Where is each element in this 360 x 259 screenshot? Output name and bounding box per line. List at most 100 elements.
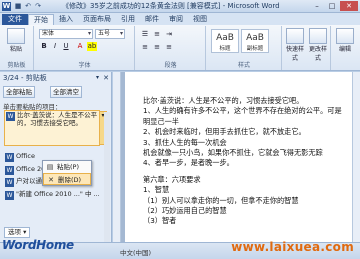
tab-review[interactable]: 审阅: [164, 14, 188, 25]
doc-line: （2）巧妙运用自己的智慧: [143, 206, 227, 216]
doc-line: （1）别人可以拿走你的一切，但拿不走你的智慧: [143, 195, 299, 205]
pane-options-button[interactable]: 选项 ▾: [4, 227, 31, 238]
change-styles-button[interactable]: 更改样式: [307, 28, 329, 62]
paste-icon: ▤: [46, 163, 54, 171]
numbering-icon[interactable]: ≡: [152, 30, 162, 39]
underline-button[interactable]: U: [61, 42, 71, 51]
maximize-button[interactable]: □: [325, 1, 339, 11]
language-indicator[interactable]: 中文(中国): [120, 247, 151, 257]
style-subtitle[interactable]: AaB 副标题: [241, 29, 269, 53]
paste-button[interactable]: 粘贴: [4, 28, 28, 53]
style-title[interactable]: AaB 标题: [211, 29, 239, 53]
ribbon: 粘贴 剪贴板 宋体 五号 B I U A ab 字体 ☰ ≡ ⇥ ≡ ≡ ≡ 段…: [0, 25, 360, 71]
pane-options-icon[interactable]: ▾: [96, 72, 99, 84]
ribbon-tabs: 文件 开始 插入 页面布局 引用 邮件 审阅 视图: [0, 13, 360, 25]
word-doc-icon: W: [5, 153, 14, 162]
minimize-button[interactable]: –: [310, 1, 324, 11]
style-sample: AaB: [216, 33, 234, 43]
style-name: 标题: [219, 46, 231, 52]
pane-scrollbar[interactable]: [104, 112, 110, 259]
title-bar: W ■ ↶ ↷ 《修改》35岁之前成功的12条黄金法则 [兼容模式] - Mic…: [0, 0, 360, 13]
quick-access-toolbar: ■ ↶ ↷: [14, 2, 42, 10]
tab-page-layout[interactable]: 页面布局: [78, 14, 116, 25]
paste-icon: [7, 28, 25, 44]
editing-group: 编辑: [332, 26, 360, 70]
clipboard-group-label[interactable]: 剪贴板: [0, 60, 33, 69]
clipboard-item-text: "新建 Office 2010 ..." 中 ...: [16, 190, 100, 198]
quick-styles-button[interactable]: 快速样式: [284, 28, 306, 62]
document-page[interactable]: 比尔·盖茨说：人生是不公平的，习惯去接受它吧。 1、人生的确有许多不公平，这个世…: [125, 72, 353, 242]
align-right-icon[interactable]: ≡: [164, 43, 174, 52]
site-watermark: www.laixuea.com: [231, 240, 354, 254]
indent-icon[interactable]: ⇥: [164, 30, 174, 39]
clear-all-button[interactable]: 全部清空: [50, 86, 82, 98]
edit-label: 编辑: [338, 46, 351, 53]
align-center-icon[interactable]: ≡: [152, 43, 162, 52]
clipboard-pane-header: 3/24 - 剪贴板 ▾ ✕: [0, 72, 112, 84]
redo-icon[interactable]: ↷: [34, 2, 42, 10]
paste-all-button[interactable]: 全部粘贴: [3, 86, 35, 98]
bullets-icon[interactable]: ☰: [140, 30, 150, 39]
bold-button[interactable]: B: [39, 42, 49, 51]
clipboard-item-text: Office: [16, 152, 35, 160]
document-area: 比尔·盖茨说：人生是不公平的，习惯去接受它吧。 1、人生的确有许多不公平，这个世…: [113, 72, 360, 242]
menu-item-delete[interactable]: ✕ 删除(D): [43, 173, 91, 185]
wordhome-logo: WordHome: [2, 238, 74, 252]
doc-line: 2、机会时来临时，但用手去抓住它，就不放走它。: [143, 127, 306, 137]
change-styles-label: 更改样式: [308, 46, 327, 62]
window-controls: – □ ✕: [310, 1, 358, 11]
window-title: 《修改》35岁之前成功的12条黄金法则 [兼容模式] - Microsoft W…: [62, 2, 280, 10]
clipboard-item-text: 比尔·盖茨说：人生是不公平的，习惯去接受它吧。: [17, 111, 98, 127]
undo-icon[interactable]: ↶: [24, 2, 32, 10]
styles-group-label: 样式: [237, 62, 250, 69]
paragraph-group-label: 段落: [164, 62, 177, 69]
close-button[interactable]: ✕: [340, 1, 358, 11]
menu-item-paste[interactable]: ▤ 粘贴(P): [43, 161, 91, 173]
paste-label: 粘贴: [9, 46, 22, 53]
clipboard-item[interactable]: W 比尔·盖茨说：人生是不公平的，习惯去接受它吧。 ▾: [4, 110, 107, 146]
doc-line: 4、者早一步，是者晚一步。: [143, 158, 234, 168]
styles-group: AaB 标题 AaB 副标题 样式: [207, 26, 282, 70]
clipboard-group: 粘贴 剪贴板: [0, 26, 34, 70]
doc-line: 3、抓住人生的每一次机会: [143, 137, 227, 147]
font-group-label: 字体: [78, 62, 91, 69]
style-name: 副标题: [246, 46, 264, 52]
tab-mailings[interactable]: 邮件: [140, 14, 164, 25]
menu-item-label: 粘贴(P): [57, 163, 79, 171]
delete-icon: ✕: [48, 176, 54, 184]
change-styles-icon: [309, 28, 327, 44]
tab-insert[interactable]: 插入: [54, 14, 78, 25]
doc-line: 明显己一半: [143, 116, 179, 126]
word-app-icon[interactable]: W: [2, 2, 11, 11]
font-group: 宋体 五号 B I U A ab 字体: [35, 26, 135, 70]
change-styles-group: 快速样式 更改样式: [283, 26, 331, 70]
font-color-button[interactable]: A: [75, 42, 85, 51]
clipboard-pane: 3/24 - 剪贴板 ▾ ✕ 全部粘贴 全部清空 单击要粘贴的项目： W 比尔·…: [0, 72, 112, 259]
document-scrollbar[interactable]: [352, 72, 360, 242]
italic-button[interactable]: I: [50, 42, 60, 51]
document-text[interactable]: 比尔·盖茨说：人生是不公平的，习惯去接受它吧。 1、人生的确有许多不公平，这个世…: [143, 96, 349, 227]
font-name-combo[interactable]: 宋体: [39, 29, 93, 39]
edit-button[interactable]: 编辑: [334, 28, 356, 53]
word-doc-icon: W: [6, 112, 15, 121]
quick-styles-label: 快速样式: [285, 46, 304, 62]
pane-close-icon[interactable]: ✕: [103, 72, 109, 84]
tab-home[interactable]: 开始: [28, 14, 54, 25]
word-doc-icon: W: [5, 191, 14, 200]
clipboard-item[interactable]: W "新建 Office 2010 ..." 中 ...: [4, 190, 100, 208]
tab-view[interactable]: 视图: [188, 14, 212, 25]
tab-references[interactable]: 引用: [116, 14, 140, 25]
doc-line: 比尔·盖茨说：人生是不公平的，习惯去接受它吧。: [143, 96, 304, 105]
style-sample: AaB: [246, 33, 264, 43]
font-size-combo[interactable]: 五号: [95, 29, 125, 39]
clipboard-pane-title: 3/24 - 剪贴板: [3, 74, 47, 82]
menu-item-label: 删除(D): [58, 176, 82, 184]
quick-styles-icon: [286, 28, 304, 44]
highlight-button[interactable]: ab: [87, 42, 97, 51]
doc-line: 1、智慧: [143, 185, 170, 195]
align-left-icon[interactable]: ≡: [140, 43, 150, 52]
vertical-ruler: [113, 72, 121, 242]
save-icon[interactable]: ■: [14, 2, 22, 10]
doc-heading: 第六章：六项要求: [143, 174, 201, 184]
tab-file[interactable]: 文件: [2, 14, 28, 25]
